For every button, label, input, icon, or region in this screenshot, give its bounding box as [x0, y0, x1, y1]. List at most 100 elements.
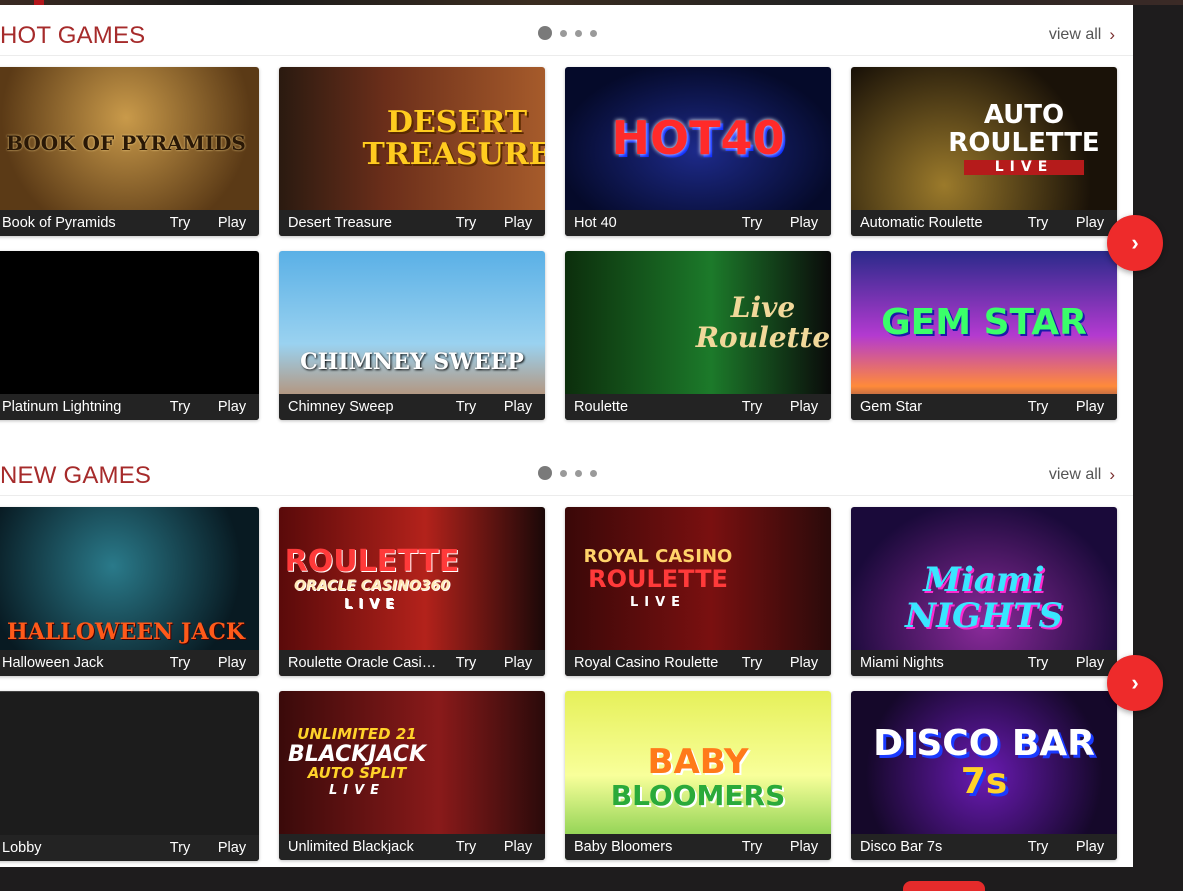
try-button[interactable]: Try [155, 655, 205, 671]
play-button[interactable]: Play [205, 655, 259, 671]
game-thumbnail[interactable]: DESERT TREASURE [279, 67, 546, 210]
game-art-subtitle: 7s [960, 760, 1008, 802]
try-button[interactable]: Try [155, 215, 205, 231]
play-button[interactable]: Play [777, 215, 831, 231]
game-card-book-of-pyramids[interactable]: BOOK OF PYRAMIDS Book of Pyramids Try Pl… [0, 67, 259, 236]
carousel-dot-1[interactable] [538, 466, 552, 480]
game-card-automatic-roulette[interactable]: AUTO ROULETTE LIVE Automatic Roulette Try… [851, 67, 1117, 236]
try-button[interactable]: Try [155, 840, 205, 856]
game-thumbnail[interactable]: ROULETTE ORACLE CASINO360 LIVE [279, 507, 545, 650]
play-button[interactable]: Play [491, 655, 545, 671]
carousel-dot-1[interactable] [538, 26, 552, 40]
try-button[interactable]: Try [1013, 215, 1063, 231]
play-button[interactable]: Play [1063, 215, 1117, 231]
play-button[interactable]: Play [491, 839, 545, 855]
game-thumbnail[interactable]: BABY BLOOMERS [565, 691, 831, 834]
hot-games-view-all-link[interactable]: view all › [1049, 25, 1115, 45]
game-bar: Desert Treasure Try Play [279, 210, 545, 236]
game-bar: Automatic Roulette Try Play [851, 210, 1117, 236]
carousel-dot-4[interactable] [590, 29, 597, 37]
hot-games-next-button[interactable]: › [1107, 215, 1163, 271]
try-button[interactable]: Try [441, 399, 491, 415]
try-button[interactable]: Try [155, 399, 205, 415]
carousel-dot-2[interactable] [560, 29, 567, 37]
new-games-view-all-link[interactable]: view all › [1049, 465, 1115, 485]
game-name: Chimney Sweep [288, 399, 394, 415]
game-card-desert-treasure[interactable]: DESERT TREASURE Desert Treasure Try Play [279, 67, 545, 236]
game-thumbnail[interactable]: GEM STAR [851, 251, 1117, 394]
bottom-tab-button[interactable] [903, 881, 985, 891]
game-art-title: GEM STAR [881, 301, 1087, 343]
game-art-title: Miami NIGHTS [905, 559, 1063, 636]
try-button[interactable]: Try [727, 215, 777, 231]
game-card-gem-star[interactable]: GEM STAR Gem Star Try Play [851, 251, 1117, 420]
play-button[interactable]: Play [491, 215, 545, 231]
game-card-hot-40[interactable]: HOT40 Hot 40 Try Play [565, 67, 831, 236]
play-button[interactable]: Play [205, 399, 259, 415]
game-art: BABY BLOOMERS [565, 691, 831, 834]
new-games-carousel-dots [538, 466, 597, 480]
game-name: Gem Star [860, 399, 923, 415]
game-name: Roulette [574, 399, 629, 415]
game-card-roulette[interactable]: Live Roulette Roulette Try Play [565, 251, 831, 420]
game-thumbnail[interactable]: HOT40 [565, 67, 831, 210]
game-card-platinum-lightning[interactable]: Platinum Lightning Try Play [0, 251, 259, 420]
game-card-miami-nights[interactable]: Miami NIGHTS Miami Nights Try Play [851, 507, 1117, 676]
game-name: Miami Nights [860, 655, 944, 671]
game-card-baby-bloomers[interactable]: BABY BLOOMERS Baby Bloomers Try Play [565, 691, 831, 860]
play-button[interactable]: Play [1063, 655, 1117, 671]
play-button[interactable]: Play [777, 399, 831, 415]
game-thumbnail[interactable] [0, 251, 259, 394]
play-button[interactable]: Play [777, 655, 831, 671]
play-button[interactable]: Play [205, 215, 259, 231]
game-art-title: DESERT TREASURE [362, 105, 546, 172]
new-games-next-button[interactable]: › [1107, 655, 1163, 711]
try-button[interactable]: Try [441, 839, 491, 855]
play-button[interactable]: Play [491, 399, 545, 415]
game-card-disco-bar-7s[interactable]: DISCO BAR 7s Disco Bar 7s Try Play [851, 691, 1117, 860]
play-button[interactable]: Play [1063, 839, 1117, 855]
game-card-royal-casino-roulette[interactable]: ROYAL CASINO ROULETTE LIVE Royal Casino Ro… [565, 507, 831, 676]
play-button[interactable]: Play [1063, 399, 1117, 415]
game-thumbnail[interactable]: HALLOWEEN JACK [0, 507, 259, 650]
play-button[interactable]: Play [777, 839, 831, 855]
carousel-dot-2[interactable] [560, 469, 567, 477]
carousel-dot-4[interactable] [590, 469, 597, 477]
game-card-halloween-jack[interactable]: HALLOWEEN JACK Halloween Jack Try Play [0, 507, 259, 676]
game-name: Baby Bloomers [574, 839, 673, 855]
try-button[interactable]: Try [727, 399, 777, 415]
game-thumbnail[interactable] [0, 692, 259, 835]
game-thumbnail[interactable]: UNLIMITED 21 BLACKJACK AUTO SPLIT LIVE [279, 691, 545, 834]
game-bar: Baby Bloomers Try Play [565, 834, 831, 860]
game-thumbnail[interactable]: CHIMNEY SWEEP [279, 251, 545, 394]
game-card-roulette-oracle-casino360[interactable]: ROULETTE ORACLE CASINO360 LIVE Roulette Or… [279, 507, 545, 676]
game-bar: Book of Pyramids Try Play [0, 210, 259, 236]
try-button[interactable]: Try [441, 655, 491, 671]
carousel-dot-3[interactable] [575, 29, 582, 37]
play-button[interactable]: Play [205, 840, 259, 856]
hot-games-title: HOT GAMES [0, 22, 146, 49]
game-thumbnail[interactable]: Miami NIGHTS [851, 507, 1117, 650]
game-thumbnail[interactable]: ROYAL CASINO ROULETTE LIVE [565, 507, 831, 650]
game-art-subtitle: AUTO SPLIT [307, 764, 407, 783]
game-card-lobby[interactable]: Lobby Try Play [0, 691, 259, 861]
try-button[interactable]: Try [727, 655, 777, 671]
try-button[interactable]: Try [441, 215, 491, 231]
try-button[interactable]: Try [1013, 399, 1063, 415]
game-card-unlimited-blackjack[interactable]: UNLIMITED 21 BLACKJACK AUTO SPLIT LIVE Unli… [279, 691, 545, 860]
chevron-right-icon: › [1131, 230, 1139, 255]
game-thumbnail[interactable]: DISCO BAR 7s [851, 691, 1117, 834]
carousel-dot-3[interactable] [575, 469, 582, 477]
game-bar: Unlimited Blackjack Try Play [279, 834, 545, 860]
game-thumbnail[interactable]: BOOK OF PYRAMIDS [0, 67, 259, 210]
game-thumbnail[interactable]: AUTO ROULETTE LIVE [851, 67, 1117, 210]
try-button[interactable]: Try [727, 839, 777, 855]
game-thumbnail[interactable]: Live Roulette [565, 251, 831, 394]
view-all-label: view all [1048, 26, 1102, 43]
game-card-chimney-sweep[interactable]: CHIMNEY SWEEP Chimney Sweep Try Play [279, 251, 545, 420]
game-bar: Halloween Jack Try Play [0, 650, 259, 676]
view-all-label: view all [1048, 466, 1102, 483]
live-badge: LIVE [964, 160, 1084, 175]
try-button[interactable]: Try [1013, 655, 1063, 671]
try-button[interactable]: Try [1013, 839, 1063, 855]
